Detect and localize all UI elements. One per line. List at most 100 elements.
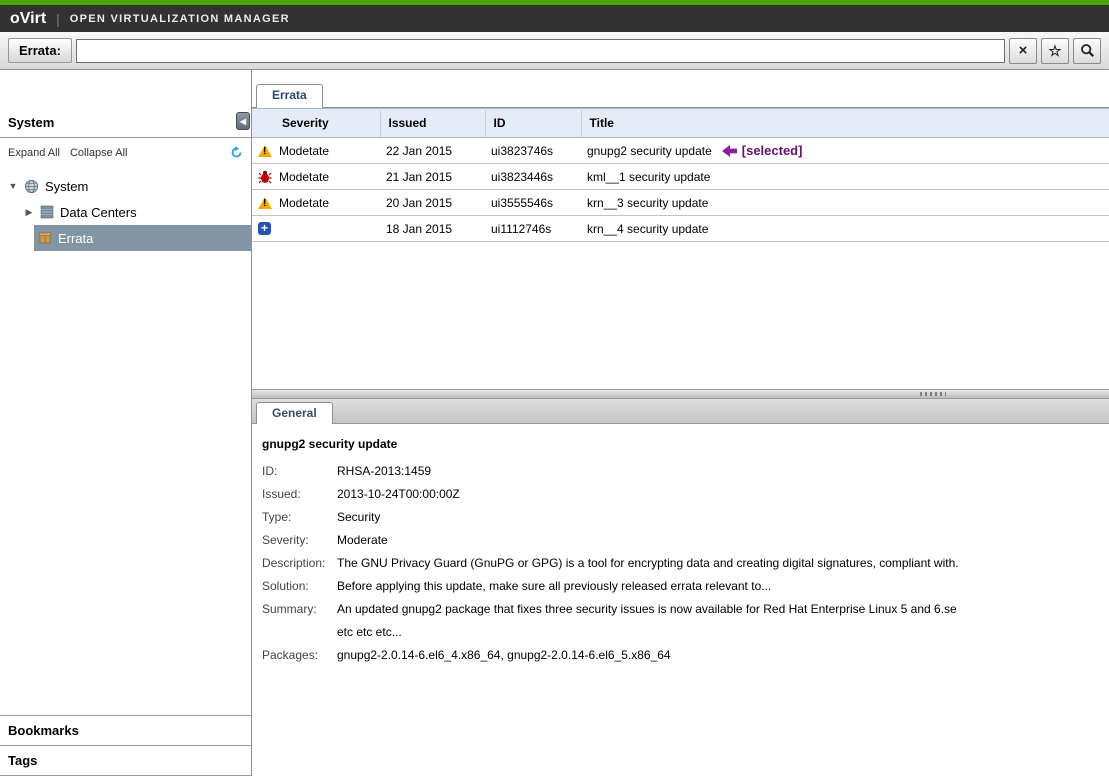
- selected-annotation: [selected]: [722, 143, 803, 158]
- expand-all-link[interactable]: Expand All: [8, 147, 60, 159]
- refresh-icon: [230, 146, 243, 159]
- header-divider: |: [56, 11, 60, 27]
- severity-text: Modetate: [279, 196, 329, 210]
- field-value: Moderate: [337, 532, 388, 548]
- clear-search-button[interactable]: ×: [1009, 38, 1037, 64]
- field-label: ID:: [262, 463, 337, 479]
- detail-field-packages: Packages: gnupg2-2.0.14-6.el6_4.x86_64, …: [262, 647, 1099, 663]
- field-label: Severity:: [262, 532, 337, 548]
- id-cell: ui3823446s: [485, 164, 581, 190]
- title-cell: krn__3 security update: [581, 190, 1109, 216]
- tab-errata[interactable]: Errata: [256, 84, 323, 108]
- errata-table: Severity Issued ID Title Modetate: [252, 108, 1109, 242]
- errata-row[interactable]: Modetate 21 Jan 2015 ui3823446s kml__1 s…: [252, 164, 1109, 190]
- field-label: Type:: [262, 509, 337, 525]
- main-panel: Errata Severity Issued ID Title: [252, 70, 1109, 776]
- field-value: 2013-10-24T00:00:00Z: [337, 486, 460, 502]
- field-value: gnupg2-2.0.14-6.el6_4.x86_64, gnupg2-2.0…: [337, 647, 671, 663]
- tree-item-errata[interactable]: Errata: [34, 225, 251, 251]
- collapse-panel-button[interactable]: ◀: [236, 112, 250, 130]
- detail-field-solution: Solution: Before applying this update, m…: [262, 578, 1099, 594]
- field-value: An updated gnupg2 package that fixes thr…: [337, 601, 957, 640]
- tree-item-label: Errata: [58, 231, 93, 246]
- bookmark-star-button[interactable]: ☆: [1041, 38, 1069, 64]
- ovirt-manager-window: oVirt | OPEN VIRTUALIZATION MANAGER Erra…: [0, 0, 1109, 776]
- detail-field-severity: Severity: Moderate: [262, 532, 1099, 548]
- errata-package-icon: [38, 231, 52, 245]
- title-cell: krn__4 security update: [581, 216, 1109, 242]
- field-label: Description:: [262, 555, 337, 571]
- splitter-grip-icon[interactable]: [920, 392, 946, 396]
- id-cell: ui3823746s: [485, 138, 581, 164]
- issued-cell: 21 Jan 2015: [380, 164, 485, 190]
- issued-cell: 18 Jan 2015: [380, 216, 485, 242]
- errata-row[interactable]: + 18 Jan 2015 ui1112746s krn__4 security…: [252, 216, 1109, 242]
- severity-cell: Modetate: [252, 164, 380, 190]
- id-cell: ui1112746s: [485, 216, 581, 242]
- content-area: System ◀ Expand All Collapse All ▼: [0, 70, 1109, 776]
- search-bar: Errata: × ☆: [0, 32, 1109, 70]
- general-detail-panel: gnupg2 security update ID: RHSA-2013:145…: [252, 424, 1109, 776]
- severity-cell: Modetate: [252, 138, 380, 164]
- errata-row[interactable]: Modetate 20 Jan 2015 ui3555546s krn__3 s…: [252, 190, 1109, 216]
- errata-table-area: Severity Issued ID Title Modetate: [252, 108, 1109, 389]
- magnifier-icon: [1080, 43, 1095, 58]
- severity-text: Modetate: [279, 170, 329, 184]
- column-header-title[interactable]: Title: [581, 109, 1109, 138]
- severity-text: Modetate: [279, 144, 329, 158]
- search-input[interactable]: [76, 39, 1005, 63]
- summary-line-1: An updated gnupg2 package that fixes thr…: [337, 602, 957, 616]
- detail-title: gnupg2 security update: [262, 437, 1099, 451]
- refresh-tree-button[interactable]: [230, 146, 243, 159]
- tags-section-header[interactable]: Tags: [0, 745, 251, 776]
- column-header-severity[interactable]: Severity: [252, 109, 380, 138]
- tree-panel-title: System: [8, 115, 54, 130]
- field-value: RHSA-2013:1459: [337, 463, 431, 479]
- tree-panel-header: System ◀: [0, 110, 251, 138]
- caret-down-icon[interactable]: ▼: [8, 181, 18, 191]
- detail-field-issued: Issued: 2013-10-24T00:00:00Z: [262, 486, 1099, 502]
- issued-cell: 20 Jan 2015: [380, 190, 485, 216]
- title-cell: gnupg2 security update [selected]: [581, 138, 1109, 164]
- issued-cell: 22 Jan 2015: [380, 138, 485, 164]
- table-header-row: Severity Issued ID Title: [252, 109, 1109, 138]
- left-arrow-icon: [722, 145, 737, 157]
- warning-icon: [258, 197, 272, 209]
- caret-right-icon[interactable]: ▶: [24, 207, 34, 218]
- errata-title-text: gnupg2 security update: [587, 144, 712, 158]
- collapse-all-link[interactable]: Collapse All: [70, 147, 127, 159]
- column-header-id[interactable]: ID: [485, 109, 581, 138]
- field-value: Before applying this update, make sure a…: [337, 578, 771, 594]
- system-tree: ▼ System ▶ Data Centers: [0, 165, 251, 715]
- id-cell: ui3555546s: [485, 190, 581, 216]
- errata-row[interactable]: Modetate 22 Jan 2015 ui3823746s gnupg2 s…: [252, 138, 1109, 164]
- field-label: Summary:: [262, 601, 337, 640]
- tab-general[interactable]: General: [256, 402, 333, 424]
- severity-cell: Modetate: [252, 190, 380, 216]
- field-label: Solution:: [262, 578, 337, 594]
- summary-line-2: etc etc etc...: [337, 624, 957, 640]
- product-title: OPEN VIRTUALIZATION MANAGER: [70, 13, 290, 25]
- main-tab-strip: Errata: [252, 84, 1109, 108]
- tree-item-system[interactable]: ▼ System: [0, 173, 251, 199]
- detail-field-id: ID: RHSA-2013:1459: [262, 463, 1099, 479]
- plus-icon[interactable]: +: [258, 222, 271, 235]
- field-label: Packages:: [262, 647, 337, 663]
- title-cell: kml__1 security update: [581, 164, 1109, 190]
- column-header-issued[interactable]: Issued: [380, 109, 485, 138]
- search-button[interactable]: [1073, 38, 1101, 64]
- top-header-bar: oVirt | OPEN VIRTUALIZATION MANAGER: [0, 5, 1109, 32]
- search-scope-label[interactable]: Errata:: [8, 38, 72, 63]
- selected-annotation-text: [selected]: [742, 143, 803, 158]
- tree-item-data-centers[interactable]: ▶ Data Centers: [0, 199, 251, 225]
- field-value: Security: [337, 509, 380, 525]
- globe-icon: [24, 179, 39, 194]
- tree-controls: Expand All Collapse All: [0, 138, 251, 165]
- horizontal-splitter[interactable]: [252, 389, 1109, 399]
- ovirt-logo: oVirt: [10, 10, 46, 28]
- system-tree-panel: System ◀ Expand All Collapse All ▼: [0, 70, 252, 776]
- data-centers-icon: [40, 205, 54, 219]
- bug-icon: [258, 170, 272, 184]
- bookmarks-section-header[interactable]: Bookmarks: [0, 715, 251, 745]
- tree-item-label: Data Centers: [60, 205, 137, 220]
